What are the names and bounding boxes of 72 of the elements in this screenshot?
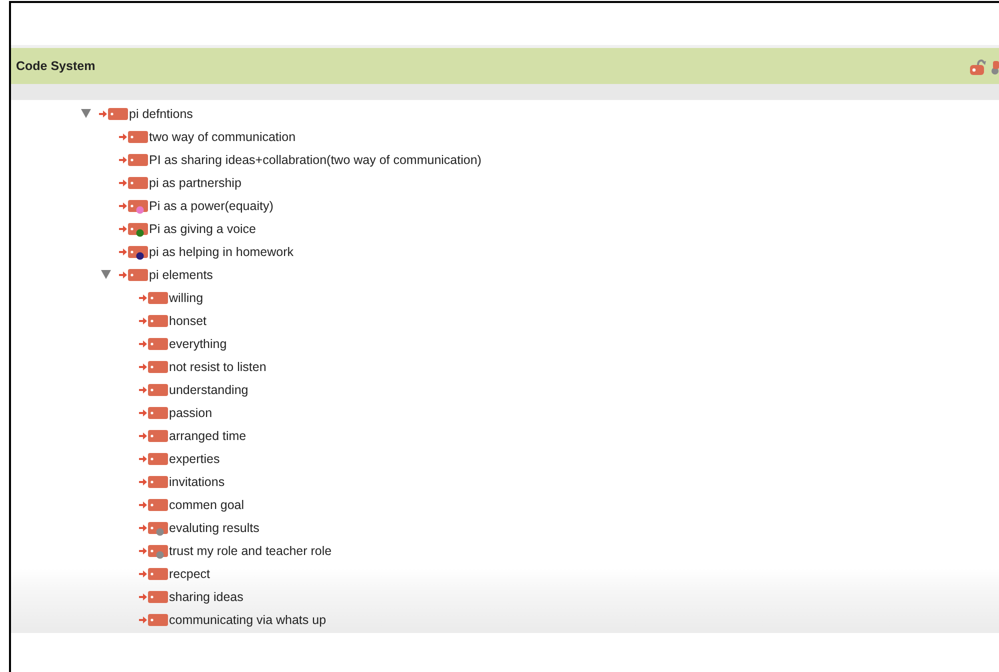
tag-icon	[128, 152, 148, 168]
code-label[interactable]: pi elements	[149, 268, 213, 282]
arrow-icon	[139, 408, 147, 416]
tag-icon	[148, 312, 168, 328]
arrow-icon	[139, 386, 147, 394]
code-label[interactable]: evaluting results	[169, 520, 260, 534]
arrow-icon	[139, 616, 147, 624]
tag-icon	[148, 290, 168, 306]
code-label[interactable]: Pi as giving a voice	[149, 222, 256, 236]
arrow-icon	[119, 270, 127, 278]
arrow-icon	[139, 546, 147, 554]
arrow-icon	[139, 500, 147, 508]
tag-icon	[148, 474, 168, 490]
arrow-icon	[139, 432, 147, 440]
tag-memo-icon	[128, 220, 148, 236]
tag-memo-icon	[128, 244, 148, 260]
code-label[interactable]: honset	[169, 314, 207, 328]
code-label[interactable]: invitations	[169, 474, 225, 488]
code-label[interactable]: understanding	[169, 382, 248, 396]
arrow-icon	[119, 132, 127, 140]
tag-memo-icon	[128, 198, 148, 214]
code-label[interactable]: willing	[169, 290, 204, 304]
arrow-icon	[139, 478, 147, 486]
code-label[interactable]: pi as helping in homework	[149, 244, 294, 258]
code-label[interactable]: sharing ideas	[169, 590, 244, 604]
tag-icon	[128, 266, 148, 282]
arrow-icon	[119, 248, 127, 256]
arrow-icon	[119, 156, 127, 164]
code-label[interactable]: pi as partnership	[149, 176, 242, 190]
code-label[interactable]: commen goal	[169, 498, 244, 512]
arrow-icon	[139, 570, 147, 578]
tag-memo-icon	[148, 520, 168, 536]
code-label[interactable]: Pi as a power(equaity)	[149, 198, 274, 212]
arrow-icon	[119, 178, 127, 186]
code-label[interactable]: experties	[169, 452, 220, 466]
arrow-icon	[119, 224, 127, 232]
code-label[interactable]: pi defntions	[129, 106, 193, 120]
tag-memo-icon	[148, 542, 168, 558]
arrow-icon	[139, 340, 147, 348]
arrow-icon	[139, 316, 147, 324]
code-label[interactable]: recpect	[169, 566, 210, 580]
tag-icon	[148, 336, 168, 352]
tag-icon	[128, 174, 148, 190]
tag-icon	[148, 496, 168, 512]
tag-icon	[148, 612, 168, 628]
tag-icon	[128, 128, 148, 144]
tag-icon	[148, 358, 168, 374]
arrow-icon	[139, 592, 147, 600]
expand-triangle-icon[interactable]	[101, 270, 111, 279]
arrow-icon	[119, 202, 127, 210]
arrow-icon	[139, 454, 147, 462]
code-label[interactable]: passion	[169, 406, 212, 420]
code-label[interactable]: two way of communication	[149, 130, 296, 144]
code-label[interactable]: arranged time	[169, 428, 246, 442]
code-label[interactable]: communicating via whats up	[169, 612, 326, 626]
code-label[interactable]: everything	[169, 336, 227, 350]
arrow-icon	[139, 362, 147, 370]
tag-icon	[108, 106, 128, 122]
panel-title: Code System	[16, 59, 96, 73]
expand-triangle-icon[interactable]	[81, 109, 91, 118]
arrow-icon	[139, 524, 147, 532]
arrow-icon	[99, 110, 107, 118]
code-label[interactable]: trust my role and teacher role	[169, 544, 332, 558]
code-label[interactable]: not resist to listen	[169, 360, 266, 374]
tag-icon	[148, 428, 168, 444]
tag-icon	[148, 588, 168, 604]
tag-icon	[148, 566, 168, 582]
tag-icon	[148, 450, 168, 466]
code-label[interactable]: PI as sharing ideas+collabration(two way of communication)	[149, 152, 482, 166]
arrow-icon	[139, 294, 147, 302]
tag-icon	[148, 382, 168, 398]
tag-icon	[148, 404, 168, 420]
